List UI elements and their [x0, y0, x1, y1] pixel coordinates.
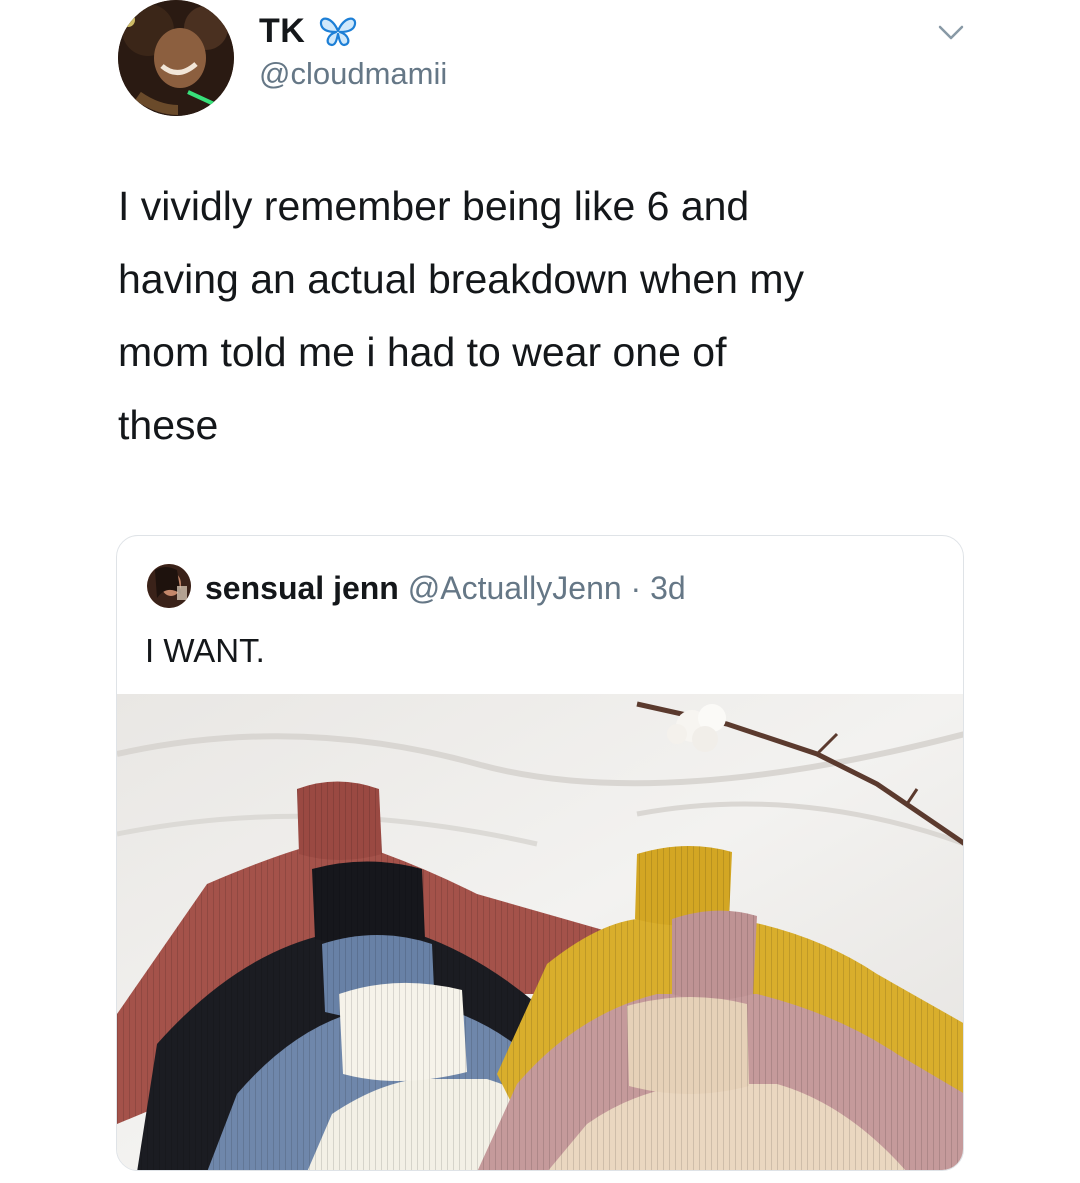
quoted-tweet-media[interactable]	[117, 694, 963, 1170]
author-display-name[interactable]: TK	[259, 12, 305, 51]
quoted-author-name[interactable]: sensual jenn	[205, 570, 399, 606]
butterfly-icon	[319, 17, 357, 47]
separator-dot: ·	[621, 570, 651, 606]
avatar-photo	[118, 0, 234, 116]
turtleneck-sweaters-photo	[117, 694, 963, 1170]
chevron-down-icon[interactable]	[936, 20, 966, 44]
quoted-tweet-time: 3d	[650, 570, 686, 606]
quoted-tweet-text: I WANT.	[145, 632, 265, 669]
author-handle[interactable]: @cloudmamii	[259, 56, 447, 92]
quoted-tweet-header: sensual jenn @ActuallyJenn · 3d	[205, 570, 686, 607]
tweet: TK @cloudmamii I vividly remember being …	[0, 0, 1080, 1183]
quoted-tweet-card[interactable]: sensual jenn @ActuallyJenn · 3d I WANT.	[116, 535, 964, 1171]
tweet-text: I vividly remember being like 6 and havi…	[118, 183, 805, 448]
quoted-author-avatar	[147, 564, 191, 608]
quoted-author-handle[interactable]: @ActuallyJenn	[408, 570, 622, 606]
author-avatar[interactable]	[118, 0, 234, 116]
